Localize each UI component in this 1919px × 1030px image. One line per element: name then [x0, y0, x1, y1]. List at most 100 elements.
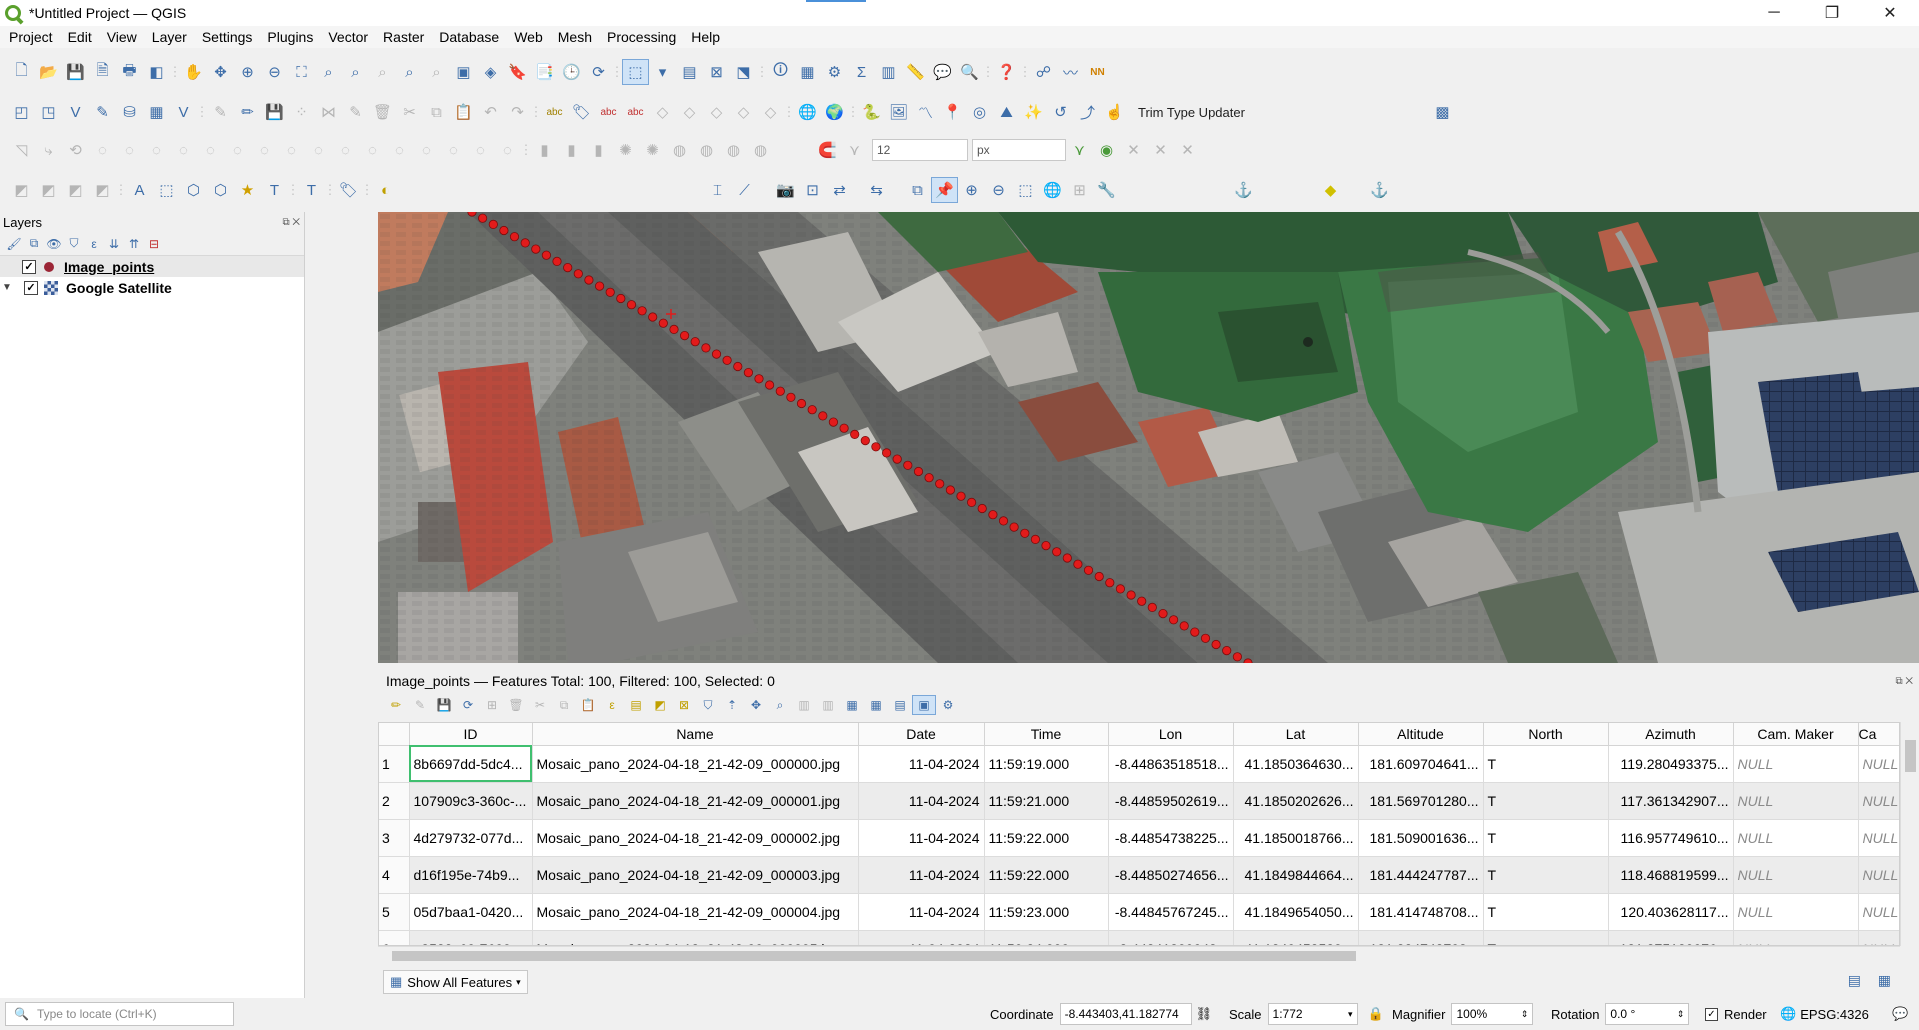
image-point-marker[interactable]	[892, 454, 902, 464]
toolbar-grip-icon[interactable]: ⋮	[324, 177, 337, 203]
cell-cam[interactable]: NULL	[1858, 893, 1899, 931]
toolbar-grip-icon[interactable]: ⋮	[530, 99, 543, 125]
rotate-feature-icon[interactable]: ⟲	[62, 137, 89, 163]
new-print-layout-icon[interactable]: 🖶	[116, 59, 143, 85]
reshape-icon[interactable]: ◌	[251, 137, 278, 163]
undo-icon[interactable]: ↶	[477, 99, 504, 125]
image-point-marker[interactable]	[658, 318, 668, 328]
save-as-icon[interactable]: 🗎	[89, 59, 116, 85]
locate-icon[interactable]: 🔍	[956, 59, 983, 85]
merge-attributes-icon[interactable]: ◌	[386, 137, 413, 163]
crs-button[interactable]: 🌐 EPSG:4326	[1780, 1002, 1869, 1026]
move-label-icon[interactable]: ◇	[649, 99, 676, 125]
cell-north[interactable]: T	[1483, 745, 1609, 783]
cell-azimuth[interactable]: 118.468819599...	[1608, 856, 1734, 894]
measure-tool-icon[interactable]: ⊞	[1066, 177, 1093, 203]
new-field-icon[interactable]: ▥	[792, 695, 816, 715]
row-number[interactable]: 1	[379, 745, 410, 783]
image-point-marker[interactable]	[701, 343, 711, 353]
actions-icon[interactable]: ⚙	[936, 695, 960, 715]
cell-north[interactable]: T	[1483, 893, 1609, 931]
table-row[interactable]: 1 8b6697dd-5dc4... Mosaic_pano_2024-04-1…	[379, 745, 1899, 783]
cell-date[interactable]: 11-04-2024	[858, 819, 985, 857]
menu-database[interactable]: Database	[430, 29, 505, 45]
text-annotation-icon[interactable]: A	[126, 177, 153, 203]
select-dropdown-icon[interactable]: ▾	[649, 59, 676, 85]
toolbar-grip-icon[interactable]: ⋮	[115, 177, 128, 203]
cell-cam-maker[interactable]: NULL	[1733, 819, 1859, 857]
toolbar-grip-icon[interactable]: ⋮	[1019, 59, 1032, 85]
rotation-field[interactable]: 0.0 ° ⇕	[1605, 1003, 1690, 1025]
toolbar-grip-icon[interactable]: ⋮	[783, 99, 796, 125]
delete-feature-icon[interactable]: 🗑	[504, 695, 528, 715]
close-button[interactable]: ✕	[1861, 0, 1919, 26]
nn-join-icon[interactable]: NN	[1084, 59, 1111, 85]
pan-icon[interactable]: ✋	[180, 59, 207, 85]
image-point-marker[interactable]	[1009, 522, 1019, 532]
image-point-marker[interactable]	[520, 238, 530, 248]
image-point-marker[interactable]	[913, 466, 924, 477]
pan-to-selection-icon[interactable]: ✥	[207, 59, 234, 85]
polygon-annotation-icon[interactable]: ⬡	[180, 177, 207, 203]
processing-toolbox-icon[interactable]: ⚙	[821, 59, 848, 85]
virtual-layer-icon[interactable]: V	[170, 99, 197, 125]
distribute-v-icon[interactable]: ✺	[639, 137, 666, 163]
invert-selection-icon[interactable]: ◩	[648, 695, 672, 715]
add-wms-icon[interactable]: ✎	[89, 99, 116, 125]
image-point-marker[interactable]	[966, 497, 977, 507]
collapse-all-icon[interactable]: ⇈	[124, 234, 144, 254]
cell-north[interactable]: T	[1483, 930, 1609, 945]
image-point-marker[interactable]	[786, 392, 796, 402]
cell-cam-maker[interactable]: NULL	[1733, 745, 1859, 783]
delete-field-icon[interactable]: ▥	[816, 695, 840, 715]
cell-cam[interactable]: NULL	[1858, 930, 1899, 945]
add-delimited-text-icon[interactable]: V	[62, 99, 89, 125]
image-point-marker[interactable]	[828, 417, 838, 427]
refresh-icon[interactable]: ⟳	[585, 59, 612, 85]
image-point-marker[interactable]	[1137, 596, 1147, 606]
menu-web[interactable]: Web	[505, 29, 549, 45]
text-tool-icon[interactable]: T	[298, 177, 325, 203]
image-viewer-icon[interactable]: 🖼	[885, 99, 912, 125]
row-number[interactable]: 4	[379, 856, 410, 894]
swap-layers-icon[interactable]: ⇆	[863, 177, 890, 203]
paste-icon[interactable]: 📋	[576, 695, 600, 715]
select-features-icon[interactable]: ⬚	[622, 59, 649, 85]
image-point-marker[interactable]	[935, 479, 945, 489]
terrain-icon[interactable]: ⛰	[993, 99, 1020, 125]
column-header[interactable]: Cam. Maker	[1733, 723, 1859, 746]
point-text-icon[interactable]: T	[261, 177, 288, 203]
image-point-marker[interactable]	[488, 219, 498, 229]
save-project-icon[interactable]: 💾	[62, 59, 89, 85]
filter-expression-icon[interactable]: ε	[84, 234, 104, 254]
node-add-icon[interactable]: ◍	[747, 137, 774, 163]
image-point-marker[interactable]	[1073, 559, 1083, 569]
target-icon[interactable]: ◎	[966, 99, 993, 125]
anchor-icon[interactable]: ⚓	[1230, 177, 1257, 203]
cell-lon[interactable]: -8.44841309048...	[1108, 930, 1234, 945]
image-point-marker[interactable]	[1211, 639, 1221, 650]
cell-date[interactable]: 11-04-2024	[858, 782, 985, 820]
cell-cam-maker[interactable]: NULL	[1733, 893, 1859, 931]
zoom-selected-icon[interactable]: ⌕	[768, 695, 792, 715]
dock-icon[interactable]: ▣	[912, 695, 936, 715]
menu-settings[interactable]: Settings	[193, 29, 259, 45]
manage-visibility-icon[interactable]: 👁	[44, 234, 64, 254]
delete-part-icon[interactable]: ◌	[224, 137, 251, 163]
image-point-marker[interactable]	[541, 250, 551, 260]
menu-edit[interactable]: Edit	[59, 29, 98, 45]
cell-north[interactable]: T	[1483, 819, 1609, 857]
image-point-marker[interactable]	[1030, 534, 1041, 544]
self-snap-icon[interactable]: ✕	[1174, 137, 1201, 163]
cell-name[interactable]: Mosaic_pano_2024-04-18_21-42-09_000004.j…	[532, 893, 859, 931]
swap-icon[interactable]: ⇄	[826, 177, 853, 203]
help-icon[interactable]: ❓	[993, 59, 1020, 85]
zoom-in-icon[interactable]: ⊕	[234, 59, 261, 85]
copy-features-icon[interactable]: ⧉	[423, 99, 450, 125]
delete-ring-icon[interactable]: ◌	[197, 137, 224, 163]
table-row[interactable]: 5 05d7baa1-0420... Mosaic_pano_2024-04-1…	[379, 893, 1899, 931]
image-point-marker[interactable]	[775, 386, 785, 396]
image-point-marker[interactable]	[1243, 658, 1253, 663]
zoom-out-tool-icon[interactable]: ⊖	[985, 177, 1012, 203]
open-field-calculator-icon[interactable]: ▥	[875, 59, 902, 85]
